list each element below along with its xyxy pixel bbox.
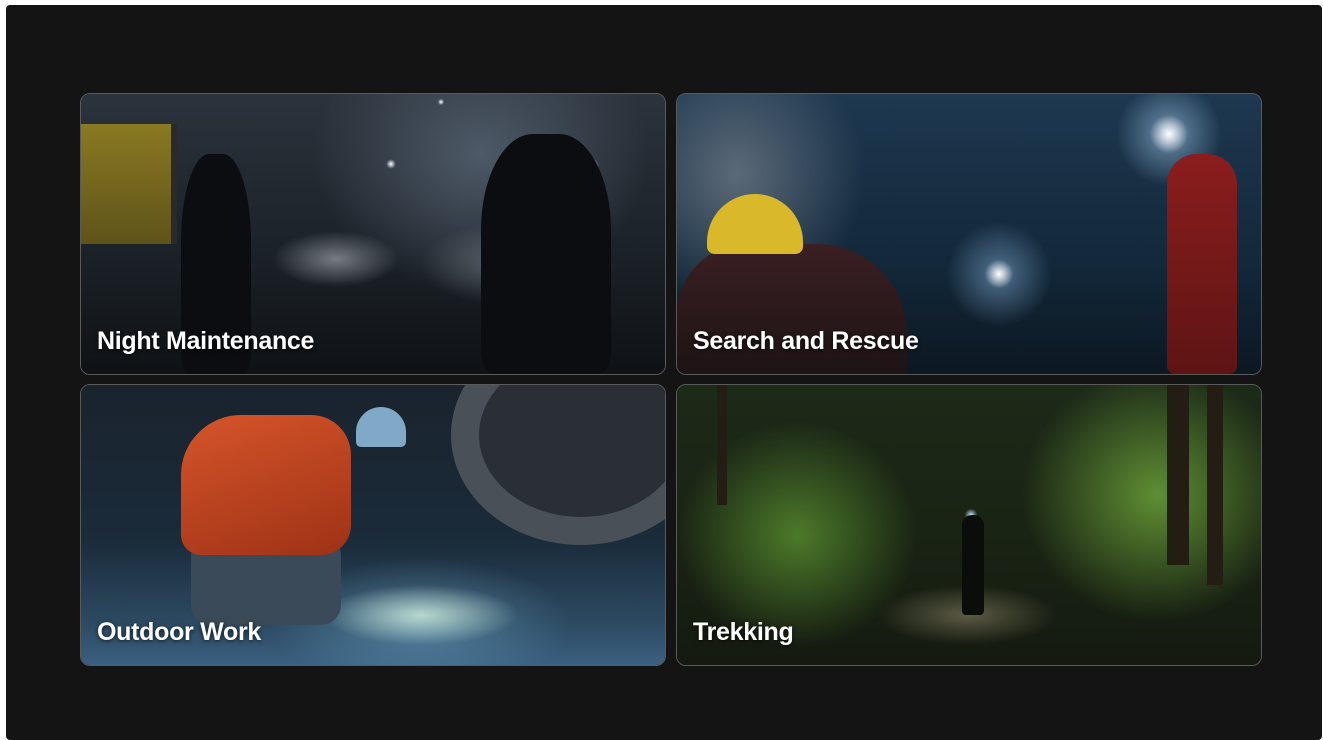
- card-title: Trekking: [693, 618, 794, 646]
- worker-silhouette: [481, 134, 611, 374]
- rescuer-silhouette: [1167, 154, 1237, 374]
- card-title: Night Maintenance: [97, 327, 315, 355]
- card-search-and-rescue[interactable]: Search and Rescue: [676, 93, 1262, 375]
- card-trekking[interactable]: Trekking: [676, 384, 1262, 666]
- worker-jacket-shape: [181, 415, 351, 555]
- card-title: Search and Rescue: [693, 327, 919, 355]
- mining-machine-shape: [81, 124, 177, 244]
- application-grid-panel: Night Maintenance Search and Rescue Outd…: [6, 5, 1322, 740]
- card-night-maintenance[interactable]: Night Maintenance: [80, 93, 666, 375]
- hardhat-shape: [356, 407, 406, 447]
- card-title: Outdoor Work: [97, 618, 261, 646]
- tire-shape: [451, 385, 665, 545]
- tree-trunk: [717, 385, 727, 505]
- helmet-shape: [707, 194, 803, 254]
- card-outdoor-work[interactable]: Outdoor Work: [80, 384, 666, 666]
- hiker-silhouette: [962, 515, 984, 615]
- tree-trunk: [1167, 385, 1189, 565]
- tree-trunk: [1207, 385, 1223, 585]
